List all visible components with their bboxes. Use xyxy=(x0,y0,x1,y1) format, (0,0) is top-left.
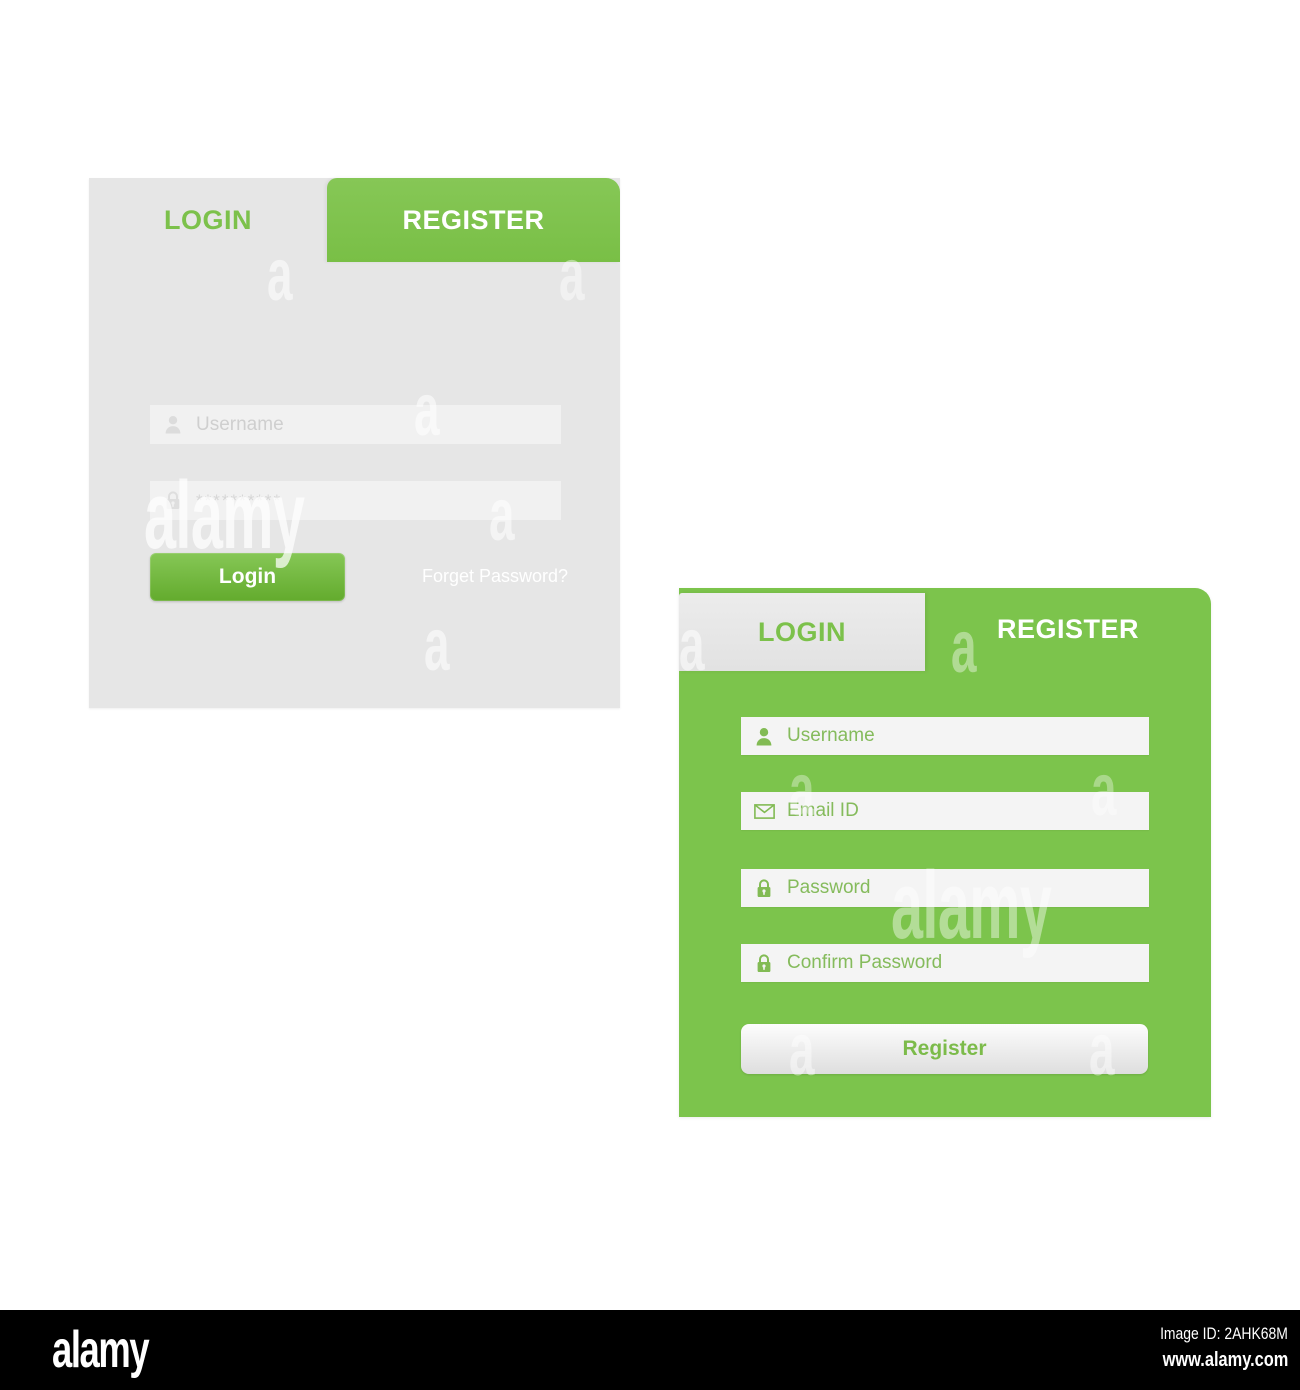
user-icon xyxy=(162,414,184,436)
tab-login[interactable]: LOGIN xyxy=(679,593,925,671)
password-field[interactable]: ********** xyxy=(150,481,561,520)
tab-login[interactable]: LOGIN xyxy=(89,178,327,262)
tab-login-label: LOGIN xyxy=(164,204,252,235)
login-card: LOGIN REGISTER Username ********** Login… xyxy=(89,178,705,708)
login-card-tabs: LOGIN REGISTER xyxy=(89,178,620,262)
password-field[interactable]: Password xyxy=(741,869,1149,907)
envelope-icon xyxy=(753,800,775,822)
username-placeholder: Username xyxy=(196,413,284,435)
password-placeholder: Password xyxy=(787,877,871,898)
login-button[interactable]: Login xyxy=(150,553,345,601)
register-card-tabs: LOGIN REGISTER xyxy=(679,588,1211,671)
login-form-fields: Username ********** xyxy=(150,405,561,520)
username-field[interactable]: Username xyxy=(741,717,1149,755)
email-placeholder: Email ID xyxy=(787,800,859,821)
footer-bar: alamy Image ID: 2AHK68M www.alamy.com xyxy=(0,1310,1300,1390)
tab-register[interactable]: REGISTER xyxy=(925,588,1211,671)
tab-register-label: REGISTER xyxy=(402,204,545,235)
user-icon xyxy=(753,725,775,747)
tab-register[interactable]: REGISTER xyxy=(327,178,620,262)
confirm-password-placeholder: Confirm Password xyxy=(787,952,943,973)
tab-register-label: REGISTER xyxy=(996,614,1140,644)
watermark-letter: a xyxy=(424,603,450,686)
lock-icon xyxy=(162,490,184,512)
alamy-logo: alamy xyxy=(52,1321,150,1379)
username-placeholder: Username xyxy=(787,725,875,746)
tab-login-label: LOGIN xyxy=(758,616,846,647)
confirm-password-field[interactable]: Confirm Password xyxy=(741,944,1149,982)
username-field[interactable]: Username xyxy=(150,405,561,444)
login-actions: Login Forget Password? xyxy=(150,553,568,601)
register-card: LOGIN REGISTER Username Email ID Passwor… xyxy=(679,588,1211,1117)
password-value: ********** xyxy=(196,490,283,510)
forget-password-link[interactable]: Forget Password? xyxy=(422,566,568,587)
lock-icon xyxy=(753,952,775,974)
register-form-fields: Username Email ID Password Confirm Passw… xyxy=(741,717,1149,982)
register-button[interactable]: Register xyxy=(741,1024,1148,1074)
lock-icon xyxy=(753,877,775,899)
email-field[interactable]: Email ID xyxy=(741,792,1149,830)
image-id-label: Image ID: 2AHK68M xyxy=(1160,1324,1288,1343)
website-url: www.alamy.com xyxy=(1162,1349,1288,1371)
